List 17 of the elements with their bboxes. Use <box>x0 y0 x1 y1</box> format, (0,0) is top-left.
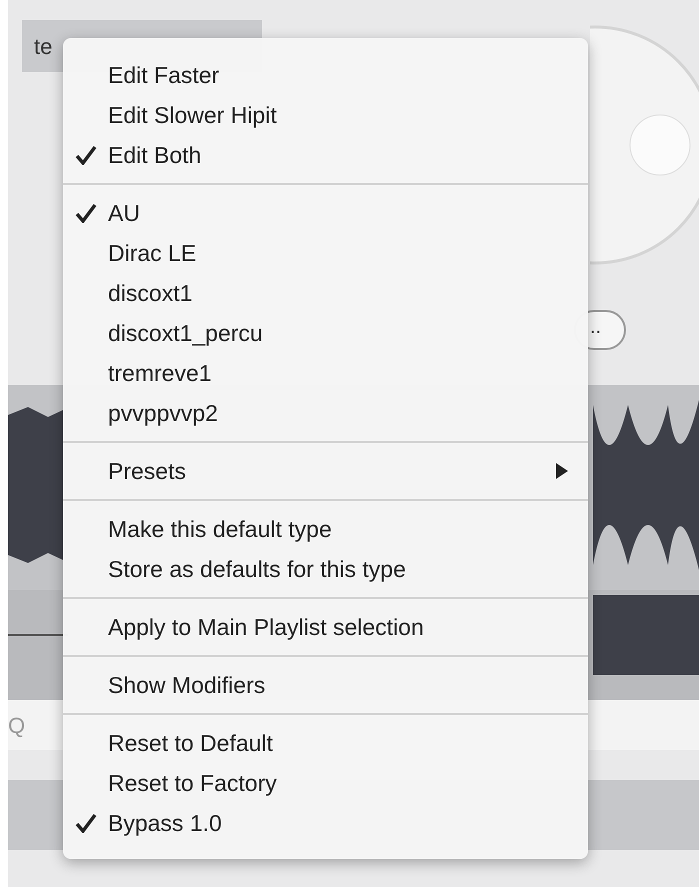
menu-item[interactable]: Reset to Default <box>63 723 588 763</box>
menu-item[interactable]: Store as defaults for this type <box>63 549 588 589</box>
menu-item[interactable]: tremreve1 <box>63 353 588 393</box>
menu-item[interactable]: Apply to Main Playlist selection <box>63 607 588 647</box>
field-label: Q <box>8 712 26 740</box>
menu-item[interactable]: AU <box>63 193 588 233</box>
menu-item[interactable]: Reset to Factory <box>63 763 588 803</box>
menu-item[interactable]: Edit Both <box>63 135 588 175</box>
menu-item[interactable]: discoxt1 <box>63 273 588 313</box>
menu-item[interactable]: Make this default type <box>63 509 588 549</box>
menu-item[interactable]: Bypass 1.0 <box>63 803 588 843</box>
submenu-arrow-icon <box>556 463 568 479</box>
menu-item[interactable]: Presets <box>63 451 588 491</box>
menu-item[interactable]: pvvppvvp2 <box>63 393 588 433</box>
menu-item[interactable]: Dirac LE <box>63 233 588 273</box>
menu-item[interactable]: Show Modifiers <box>63 665 588 705</box>
menu-item[interactable]: Edit Slower Hipit <box>63 95 588 135</box>
